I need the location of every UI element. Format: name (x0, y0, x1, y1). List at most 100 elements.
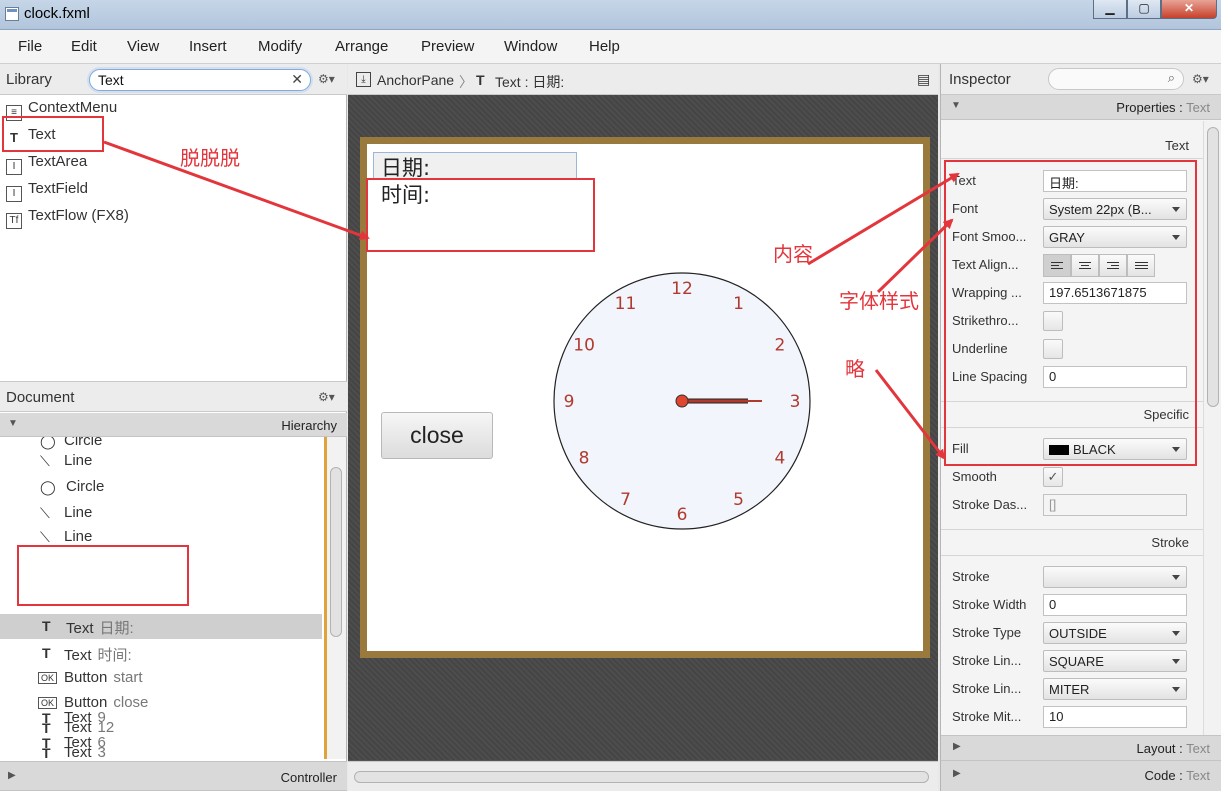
clock-number-11: 11 (615, 294, 637, 314)
menu-window[interactable]: Window (504, 38, 557, 55)
menu-edit[interactable]: Edit (71, 38, 97, 55)
menu-modify[interactable]: Modify (258, 38, 302, 55)
document-gear-icon[interactable]: ⚙▾ (318, 390, 335, 404)
tree-row[interactable]: ⟍ Line (0, 449, 322, 474)
tree-row-label: Text 9 (64, 709, 106, 726)
properties-header[interactable]: ▼ Properties : Text (941, 95, 1221, 120)
library-search-input[interactable]: Text ✕ (89, 69, 311, 91)
code-header[interactable]: ▶ Code : Text (941, 761, 1221, 791)
tree-row[interactable]: ⟍ Line (0, 501, 322, 526)
annotation-tuo: 脱脱脱 (180, 146, 240, 170)
clock-number-4: 4 (774, 449, 785, 469)
library-gear-icon[interactable]: ⚙▾ (318, 72, 335, 86)
tree-row-label: Button start (64, 669, 143, 686)
prop-label: Stroke Lin... (952, 653, 1022, 668)
prop-stroke-width: Stroke Width 0 (941, 591, 1203, 619)
menu-help[interactable]: Help (589, 38, 620, 55)
clock-center-dot (675, 394, 689, 408)
hierarchy-scroll-thumb[interactable] (330, 467, 342, 637)
app-icon (5, 7, 19, 21)
stroke-dash-field[interactable]: [] (1043, 494, 1187, 516)
tree-row-label: Text 日期: (66, 620, 134, 637)
library-item-textflow[interactable]: Tf TextFlow (FX8) (6, 207, 129, 229)
breadcrumb-current[interactable]: Text : 日期: (495, 72, 564, 92)
annotation-box-canvas-text (366, 178, 595, 252)
search-icon: ⌕ (1167, 70, 1175, 85)
prop-stroke-type: Stroke Type OUTSIDE (941, 619, 1203, 647)
tree-row-label: Line (64, 504, 93, 521)
tree-row-label: Circle (64, 437, 103, 449)
inspector-scrollbar[interactable] (1203, 121, 1221, 735)
annotation-box-hierarchy-text (17, 545, 189, 606)
content-panel: ⤓ AnchorPane 〉 T Text : 日期: ▤ 日期: 时间: cl… (348, 64, 938, 791)
menu-view[interactable]: View (127, 38, 159, 55)
clear-search-icon[interactable]: ✕ (291, 71, 303, 88)
hierarchy-label: Hierarchy (281, 418, 337, 433)
canvas-scroll-thumb[interactable] (354, 771, 929, 783)
stroke-type-combo[interactable]: OUTSIDE (1043, 622, 1187, 644)
tree-row-selected[interactable]: T Text 日期: (0, 614, 322, 639)
close-window-button[interactable]: ✕ (1161, 0, 1217, 19)
inspector-gear-icon[interactable]: ⚙▾ (1192, 72, 1209, 86)
document-icon[interactable]: ▤ (917, 71, 930, 88)
library-item-textarea[interactable]: I TextArea (6, 153, 87, 175)
expand-triangle-icon[interactable]: ▶ (953, 741, 961, 752)
divider (941, 529, 1203, 530)
expand-triangle-icon[interactable]: ▶ (953, 768, 961, 779)
line-icon: ⟍ (40, 453, 50, 469)
inspector-scroll-thumb[interactable] (1207, 127, 1219, 407)
prop-label: Stroke Width (952, 597, 1027, 612)
stroke-line-cap-combo[interactable]: SQUARE (1043, 650, 1187, 672)
stroke-combo[interactable] (1043, 566, 1187, 588)
line-icon: ⟍ (40, 505, 50, 521)
clock-number-7: 7 (620, 490, 631, 510)
annotation-content: 内容 (773, 242, 813, 266)
tree-row-label: Line (64, 452, 93, 469)
breadcrumb-separator-icon: 〉 (459, 74, 473, 90)
library-item-textfield[interactable]: I TextField (6, 180, 88, 202)
document-title: Document (6, 389, 75, 406)
properties-header-label: Properties : Text (1116, 100, 1210, 115)
tree-row[interactable]: T Text 时间: (0, 641, 322, 666)
inspector-search-input[interactable]: ⌕ (1048, 68, 1184, 90)
tree-row[interactable]: OK Button start (0, 666, 322, 691)
menu-insert[interactable]: Insert (189, 38, 227, 55)
collapse-triangle-icon[interactable]: ▼ (951, 100, 961, 111)
hierarchy-header[interactable]: ▼ Hierarchy (0, 413, 347, 437)
prop-stroke-miter: Stroke Mit... 10 (941, 703, 1203, 731)
clock-number-9: 9 (564, 392, 575, 412)
menu-arrange[interactable]: Arrange (335, 38, 388, 55)
expand-triangle-icon[interactable]: ▶ (8, 770, 16, 781)
inspector-header: Inspector ⌕ ⚙▾ (941, 64, 1221, 95)
breadcrumb-root[interactable]: AnchorPane (377, 72, 454, 88)
collapse-triangle-icon[interactable]: ▼ (8, 418, 18, 429)
close-button[interactable]: close (381, 412, 493, 459)
stroke-line-join-combo[interactable]: MITER (1043, 678, 1187, 700)
text-icon: T (42, 735, 51, 751)
library-header: Library Text ✕ ⚙▾ (0, 64, 347, 95)
library-title: Library (6, 71, 52, 88)
minimize-button[interactable]: ▁ (1093, 0, 1127, 19)
controller-label: Controller (280, 770, 337, 785)
hierarchy-scrollbar[interactable] (324, 437, 346, 759)
stroke-miter-field[interactable]: 10 (1043, 706, 1187, 728)
clock-number-6: 6 (677, 505, 688, 525)
menu-bar: File Edit View Insert Modify Arrange Pre… (0, 30, 1221, 64)
canvas-horizontal-scrollbar[interactable] (348, 761, 938, 791)
tree-row[interactable]: T Text 9 (0, 706, 322, 731)
button-icon: OK (38, 672, 58, 684)
controller-header[interactable]: ▶ Controller (0, 761, 347, 791)
layout-header[interactable]: ▶ Layout : Text (941, 735, 1221, 761)
tree-row[interactable]: ◯ Circle (0, 475, 322, 500)
stroke-width-field[interactable]: 0 (1043, 594, 1187, 616)
clock-number-8: 8 (579, 449, 590, 469)
prop-label: Stroke Lin... (952, 681, 1022, 696)
tree-row[interactable]: T Text 6 (0, 731, 322, 756)
maximize-button[interactable]: ▢ (1127, 0, 1161, 19)
clock-number-10: 10 (573, 336, 595, 356)
menu-preview[interactable]: Preview (421, 38, 474, 55)
menu-file[interactable]: File (18, 38, 42, 55)
clock[interactable]: 121234567891011 (550, 269, 814, 533)
prop-label: Smooth (952, 469, 997, 484)
smooth-checkbox[interactable]: ✓ (1043, 467, 1063, 487)
